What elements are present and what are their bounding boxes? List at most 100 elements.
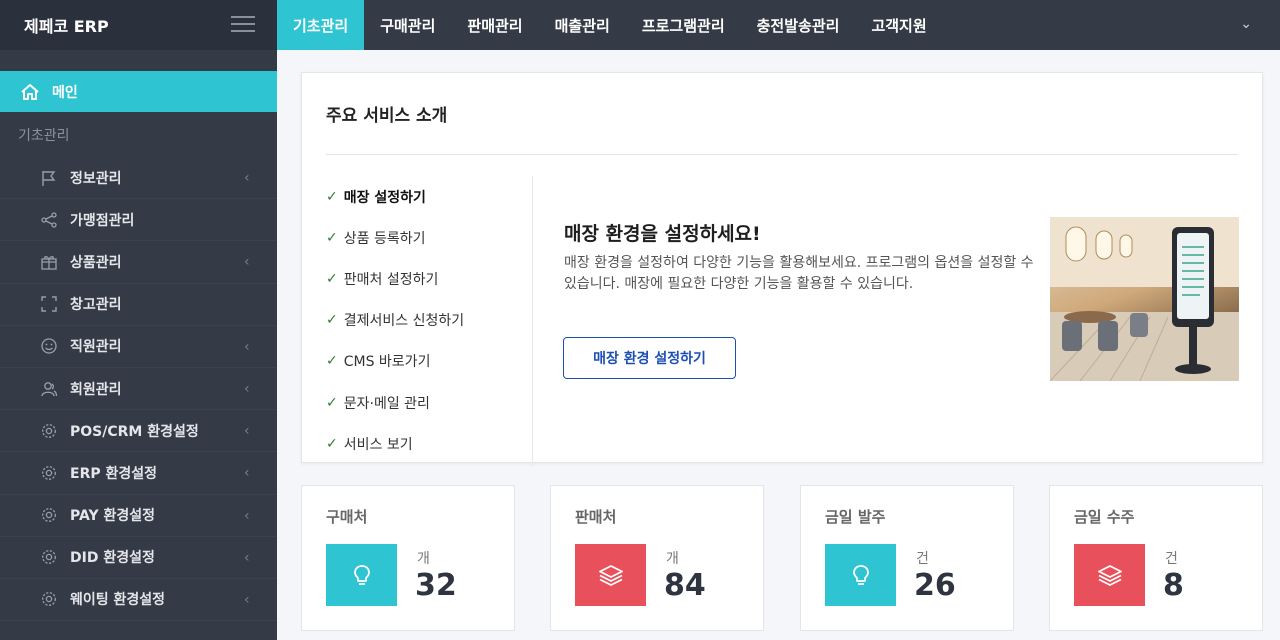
main-content: 주요 서비스 소개 ✓ 매장 설정하기 ✓ 상품 등록하기 ✓ 판매처 설정하기 ✓ 결… — [277, 50, 1280, 640]
stat-title: 금일 발주 — [825, 508, 886, 526]
sidebar-item-label: POS/CRM 환경설정 — [70, 423, 199, 440]
check-icon: ✓ — [326, 394, 338, 411]
sidebar-item-warehouse[interactable]: 창고관리 — [0, 284, 277, 326]
stat-card-suppliers: 구매처 개 32 — [301, 485, 515, 631]
sidebar-item-label: 가맹점관리 — [70, 212, 135, 229]
service-item-product-register[interactable]: ✓ 상품 등록하기 — [326, 217, 534, 258]
tab-revenue-management[interactable]: 매출관리 — [539, 0, 626, 50]
chevron-left-icon: ‹ — [244, 254, 250, 271]
tab-charge-send-management[interactable]: 충전발송관리 — [741, 0, 856, 50]
sidebar-item-staff[interactable]: 직원관리 ‹ — [0, 326, 277, 368]
tab-sales-management[interactable]: 판매관리 — [451, 0, 538, 50]
stat-card-sellers: 판매처 개 84 — [550, 485, 764, 631]
stat-value: 26 — [914, 568, 956, 603]
tab-purchase-management[interactable]: 구매관리 — [364, 0, 451, 50]
sidebar-item-label: 회원관리 — [70, 381, 122, 398]
feature-title: 매장 환경을 설정하세요! — [564, 223, 761, 245]
sidebar-item-erp-settings[interactable]: ERP 환경설정 ‹ — [0, 452, 277, 495]
home-icon — [21, 83, 39, 100]
sidebar-item-label: PAY 환경설정 — [70, 508, 156, 525]
stat-value: 32 — [415, 568, 457, 603]
sidebar-item-main[interactable]: 메인 — [0, 71, 277, 112]
stat-value: 8 — [1163, 568, 1184, 603]
lightbulb-icon — [326, 544, 397, 606]
stat-title: 판매처 — [575, 508, 617, 526]
stat-card-today-received: 금일 수주 건 8 — [1049, 485, 1263, 631]
stat-unit: 개 — [666, 551, 679, 567]
chevron-left-icon: ‹ — [244, 170, 250, 186]
stat-unit: 건 — [1165, 551, 1178, 567]
chevron-down-icon[interactable]: ⌄ — [1240, 16, 1252, 32]
sidebar-item-waiting-settings[interactable]: 웨이팅 환경설정 ‹ — [0, 579, 277, 622]
stat-title: 구매처 — [326, 508, 368, 526]
check-icon: ✓ — [326, 353, 338, 370]
sidebar-item-members[interactable]: 회원관리 ‹ — [0, 368, 277, 411]
feature-description: 매장 환경을 설정하여 다양한 기능을 활용해보세요. 프로그램의 옵션을 설정… — [564, 255, 1034, 292]
sidebar-item-info[interactable]: 정보관리 ‹ — [0, 157, 277, 200]
sidebar-item-label: ERP 환경설정 — [70, 465, 157, 482]
card-title: 주요 서비스 소개 — [326, 106, 448, 126]
brand-bar: 제페코 ERP — [0, 0, 277, 50]
sidebar-item-label: 웨이팅 환경설정 — [70, 592, 166, 609]
sidebar-menu: 정보관리 ‹ 가맹점관리 상품관리 ‹ 창고관리 직원관리 ‹ 회원관리 ‹ P… — [0, 157, 277, 622]
sidebar-item-label: 창고관리 — [70, 297, 122, 314]
chevron-left-icon: ‹ — [244, 338, 250, 355]
check-icon: ✓ — [326, 188, 338, 205]
service-item-sms-mail[interactable]: ✓ 문자·메일 관리 — [326, 382, 534, 423]
service-item-view-services[interactable]: ✓ 서비스 보기 — [326, 423, 534, 464]
share-icon — [38, 209, 60, 231]
sidebar: 제페코 ERP 메인 기초관리 정보관리 ‹ 가맹점관리 상품관리 ‹ 창고관리… — [0, 0, 277, 640]
stat-unit: 개 — [417, 551, 430, 567]
tab-program-management[interactable]: 프로그램관리 — [626, 0, 741, 50]
app-title: 제페코 ERP — [24, 17, 109, 36]
tab-basic-management[interactable]: 기초관리 — [277, 0, 365, 50]
sidebar-item-did-settings[interactable]: DID 환경설정 ‹ — [0, 537, 277, 579]
check-icon: ✓ — [326, 312, 338, 329]
sidebar-item-franchise[interactable]: 가맹점관리 — [0, 199, 277, 242]
tab-customer-support[interactable]: 고객지원 — [855, 0, 942, 50]
lightbulb-icon — [825, 544, 896, 606]
chevron-left-icon: ‹ — [244, 549, 250, 566]
sidebar-item-label: 직원관리 — [70, 339, 122, 356]
sidebar-item-pay-settings[interactable]: PAY 환경설정 ‹ — [0, 495, 277, 537]
gift-icon — [38, 251, 60, 273]
check-icon: ✓ — [326, 435, 338, 452]
service-item-payment-apply[interactable]: ✓ 결제서비스 신청하기 — [326, 300, 534, 341]
frame-icon — [38, 293, 60, 315]
gear-icon — [38, 462, 60, 484]
sidebar-section-header: 기초관리 — [18, 128, 70, 144]
chevron-left-icon: ‹ — [244, 423, 250, 440]
store-settings-button[interactable]: 매장 환경 설정하기 — [563, 337, 736, 379]
divider — [326, 154, 1238, 155]
layers-icon — [1074, 544, 1145, 606]
hamburger-menu-icon[interactable] — [231, 16, 255, 32]
service-item-seller-setup[interactable]: ✓ 판매처 설정하기 — [326, 258, 534, 299]
users-icon — [38, 378, 60, 400]
gear-icon — [38, 504, 60, 526]
layers-icon — [575, 544, 646, 606]
chevron-left-icon: ‹ — [244, 465, 250, 482]
sidebar-item-label: 상품관리 — [70, 254, 122, 271]
top-navigation: 기초관리 구매관리 판매관리 매출관리 프로그램관리 충전발송관리 고객지원 ⌄ — [277, 0, 1280, 50]
vertical-divider — [532, 176, 533, 466]
sidebar-item-product[interactable]: 상품관리 ‹ — [0, 241, 277, 284]
service-list: ✓ 매장 설정하기 ✓ 상품 등록하기 ✓ 판매처 설정하기 ✓ 결제서비스 신청하기 … — [326, 176, 534, 464]
service-item-store-setup[interactable]: ✓ 매장 설정하기 — [326, 176, 534, 217]
chevron-left-icon: ‹ — [244, 380, 250, 397]
stat-card-today-orders: 금일 발주 건 26 — [800, 485, 1014, 631]
sidebar-item-label: DID 환경설정 — [70, 550, 155, 567]
stat-title: 금일 수주 — [1074, 508, 1135, 526]
store-kiosk-image — [1050, 217, 1239, 381]
flag-icon — [38, 167, 60, 189]
smile-icon — [38, 335, 60, 357]
chevron-left-icon: ‹ — [244, 507, 250, 524]
chevron-left-icon: ‹ — [244, 591, 250, 608]
stat-unit: 건 — [916, 551, 929, 567]
sidebar-item-label: 정보관리 — [70, 170, 122, 187]
gear-icon — [38, 588, 60, 610]
gear-icon — [38, 420, 60, 442]
service-intro-card: 주요 서비스 소개 ✓ 매장 설정하기 ✓ 상품 등록하기 ✓ 판매처 설정하기 ✓ 결… — [301, 72, 1263, 466]
check-icon: ✓ — [326, 229, 338, 246]
service-item-cms[interactable]: ✓ CMS 바로가기 — [326, 341, 534, 382]
sidebar-item-pos-crm-settings[interactable]: POS/CRM 환경설정 ‹ — [0, 410, 277, 453]
